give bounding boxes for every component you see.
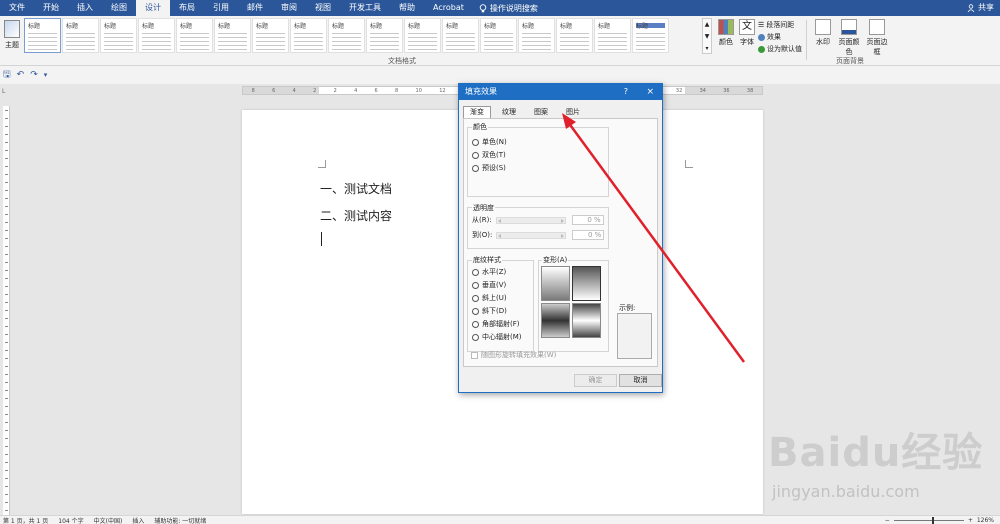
zoom-in-button[interactable]: +: [968, 517, 973, 524]
zoom-control: − + 126%: [885, 516, 994, 524]
accessibility-status[interactable]: 辅助功能: 一切就绪: [154, 516, 206, 524]
zoom-out-button[interactable]: −: [885, 517, 890, 524]
baidu-logo: Baidu经验: [768, 430, 984, 476]
zoom-level[interactable]: 126%: [977, 517, 994, 524]
status-bar: 第 1 页，共 1 页 104 个字 中文(中国) 插入 辅助功能: 一切就绪 …: [0, 515, 1000, 524]
language-indicator[interactable]: 中文(中国): [94, 516, 123, 524]
word-count[interactable]: 104 个字: [58, 516, 83, 524]
insert-mode[interactable]: 插入: [132, 516, 144, 524]
zoom-knob[interactable]: [931, 517, 934, 524]
zoom-slider[interactable]: [893, 517, 964, 524]
page-count[interactable]: 第 1 页，共 1 页: [3, 516, 48, 524]
baidu-watermark: Baidu经验 jingyan.baidu.com: [768, 420, 998, 510]
baidu-url: jingyan.baidu.com: [772, 482, 920, 501]
